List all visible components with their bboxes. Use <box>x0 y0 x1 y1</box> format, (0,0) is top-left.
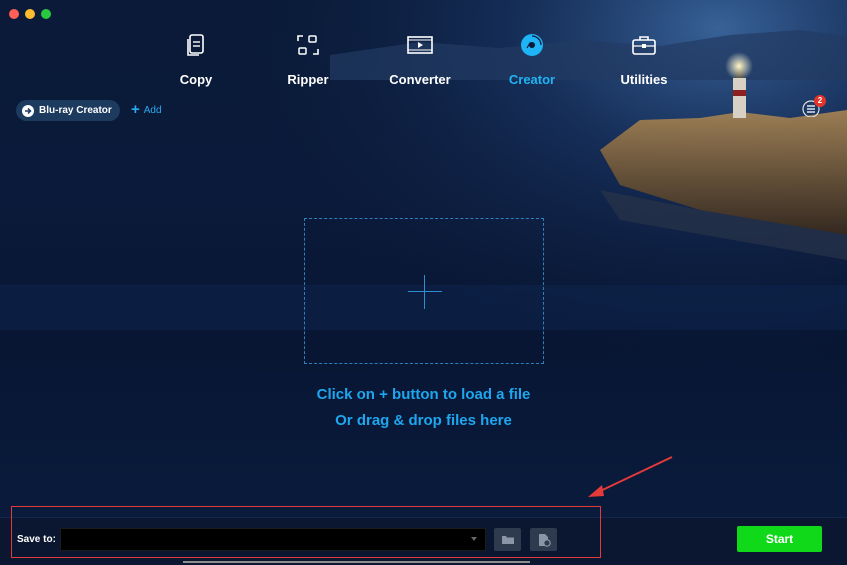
horizontal-scrollbar[interactable] <box>183 561 530 563</box>
annotation-arrow <box>588 456 673 497</box>
add-label: Add <box>143 104 162 116</box>
annotation-highlight-box <box>11 506 601 558</box>
toolbox-icon <box>629 30 659 60</box>
add-file-plus-icon-vertical <box>424 275 425 309</box>
blu-ray-creator-label: Blu-ray Creator <box>39 105 112 116</box>
minimize-window-button[interactable] <box>25 9 35 19</box>
arrow-right-circle-icon <box>22 104 34 117</box>
tab-copy-label: Copy <box>179 72 213 87</box>
start-button[interactable]: Start <box>737 526 822 552</box>
window-controls <box>9 9 51 19</box>
drag-drop-hint: Or drag & drop files here <box>335 412 512 429</box>
file-drop-zone[interactable] <box>304 218 544 364</box>
app-window: Copy Ripper Converter Creator Utilities <box>0 0 847 565</box>
converter-icon <box>405 30 435 60</box>
main-nav: Copy Ripper Converter Creator Utilities <box>140 30 700 87</box>
task-queue-button[interactable]: 2 <box>800 95 826 118</box>
blu-ray-creator-button[interactable]: Blu-ray Creator <box>16 100 120 121</box>
copy-icon <box>181 30 211 60</box>
queue-count-badge: 2 <box>814 95 826 107</box>
tab-ripper-label: Ripper <box>287 72 329 87</box>
tab-creator[interactable]: Creator <box>476 30 588 87</box>
plus-icon: + <box>131 101 140 118</box>
tab-converter[interactable]: Converter <box>364 30 476 87</box>
maximize-window-button[interactable] <box>41 9 51 19</box>
tab-ripper[interactable]: Ripper <box>252 30 364 87</box>
tab-utilities[interactable]: Utilities <box>588 30 700 87</box>
add-button[interactable]: + Add <box>131 101 162 118</box>
tab-converter-label: Converter <box>389 72 451 87</box>
close-window-button[interactable] <box>9 9 19 19</box>
ripper-icon <box>293 30 323 60</box>
creator-disc-icon <box>517 30 547 60</box>
add-file-plus-icon <box>408 291 442 292</box>
load-file-hint: Click on + button to load a file <box>316 386 531 403</box>
tab-utilities-label: Utilities <box>620 72 668 87</box>
tab-creator-label: Creator <box>508 72 556 87</box>
tab-copy[interactable]: Copy <box>140 30 252 87</box>
